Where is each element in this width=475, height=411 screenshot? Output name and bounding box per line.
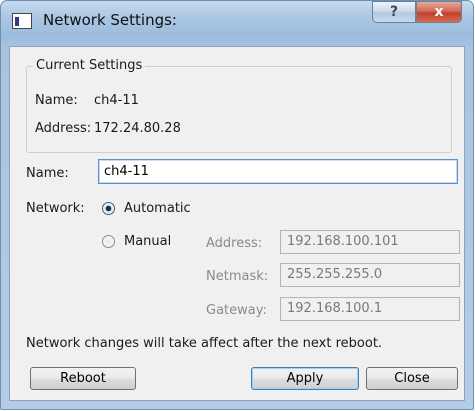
current-settings-title: Current Settings bbox=[33, 58, 146, 73]
automatic-radio[interactable] bbox=[102, 202, 115, 215]
name-input[interactable] bbox=[98, 159, 458, 184]
netmask-label: Netmask: bbox=[206, 269, 269, 284]
gateway-label: Gateway: bbox=[206, 303, 267, 318]
current-address-label: Address: bbox=[35, 121, 92, 136]
help-button[interactable]: ? bbox=[372, 1, 416, 23]
name-label: Name: bbox=[26, 166, 69, 181]
network-settings-window: Network Settings: ? x Current Settings N… bbox=[0, 0, 474, 410]
current-name-value: ch4-11 bbox=[94, 93, 139, 108]
current-address-value: 172.24.80.28 bbox=[94, 121, 181, 136]
current-settings-group: Current Settings Name: ch4-11 Address: 1… bbox=[26, 58, 452, 153]
netmask-input[interactable]: 255.255.255.0 bbox=[280, 263, 460, 287]
manual-label[interactable]: Manual bbox=[124, 234, 171, 249]
window-close-button[interactable]: x bbox=[416, 1, 462, 23]
apply-button[interactable]: Apply bbox=[251, 367, 359, 390]
gateway-input[interactable]: 192.168.100.1 bbox=[280, 297, 460, 321]
title-bar[interactable]: Network Settings: ? x bbox=[1, 1, 473, 45]
network-label: Network: bbox=[26, 201, 85, 216]
reboot-notice: Network changes will take affect after t… bbox=[26, 336, 383, 351]
reboot-button[interactable]: Reboot bbox=[30, 367, 136, 390]
manual-radio[interactable] bbox=[102, 235, 115, 248]
dialog-client-area: Current Settings Name: ch4-11 Address: 1… bbox=[9, 46, 465, 401]
close-button[interactable]: Close bbox=[366, 367, 458, 390]
automatic-label[interactable]: Automatic bbox=[124, 201, 191, 216]
address-label: Address: bbox=[206, 236, 263, 251]
app-window-icon bbox=[12, 13, 32, 29]
current-name-label: Name: bbox=[35, 93, 78, 108]
address-input[interactable]: 192.168.100.101 bbox=[280, 230, 460, 254]
window-title: Network Settings: bbox=[43, 11, 177, 29]
